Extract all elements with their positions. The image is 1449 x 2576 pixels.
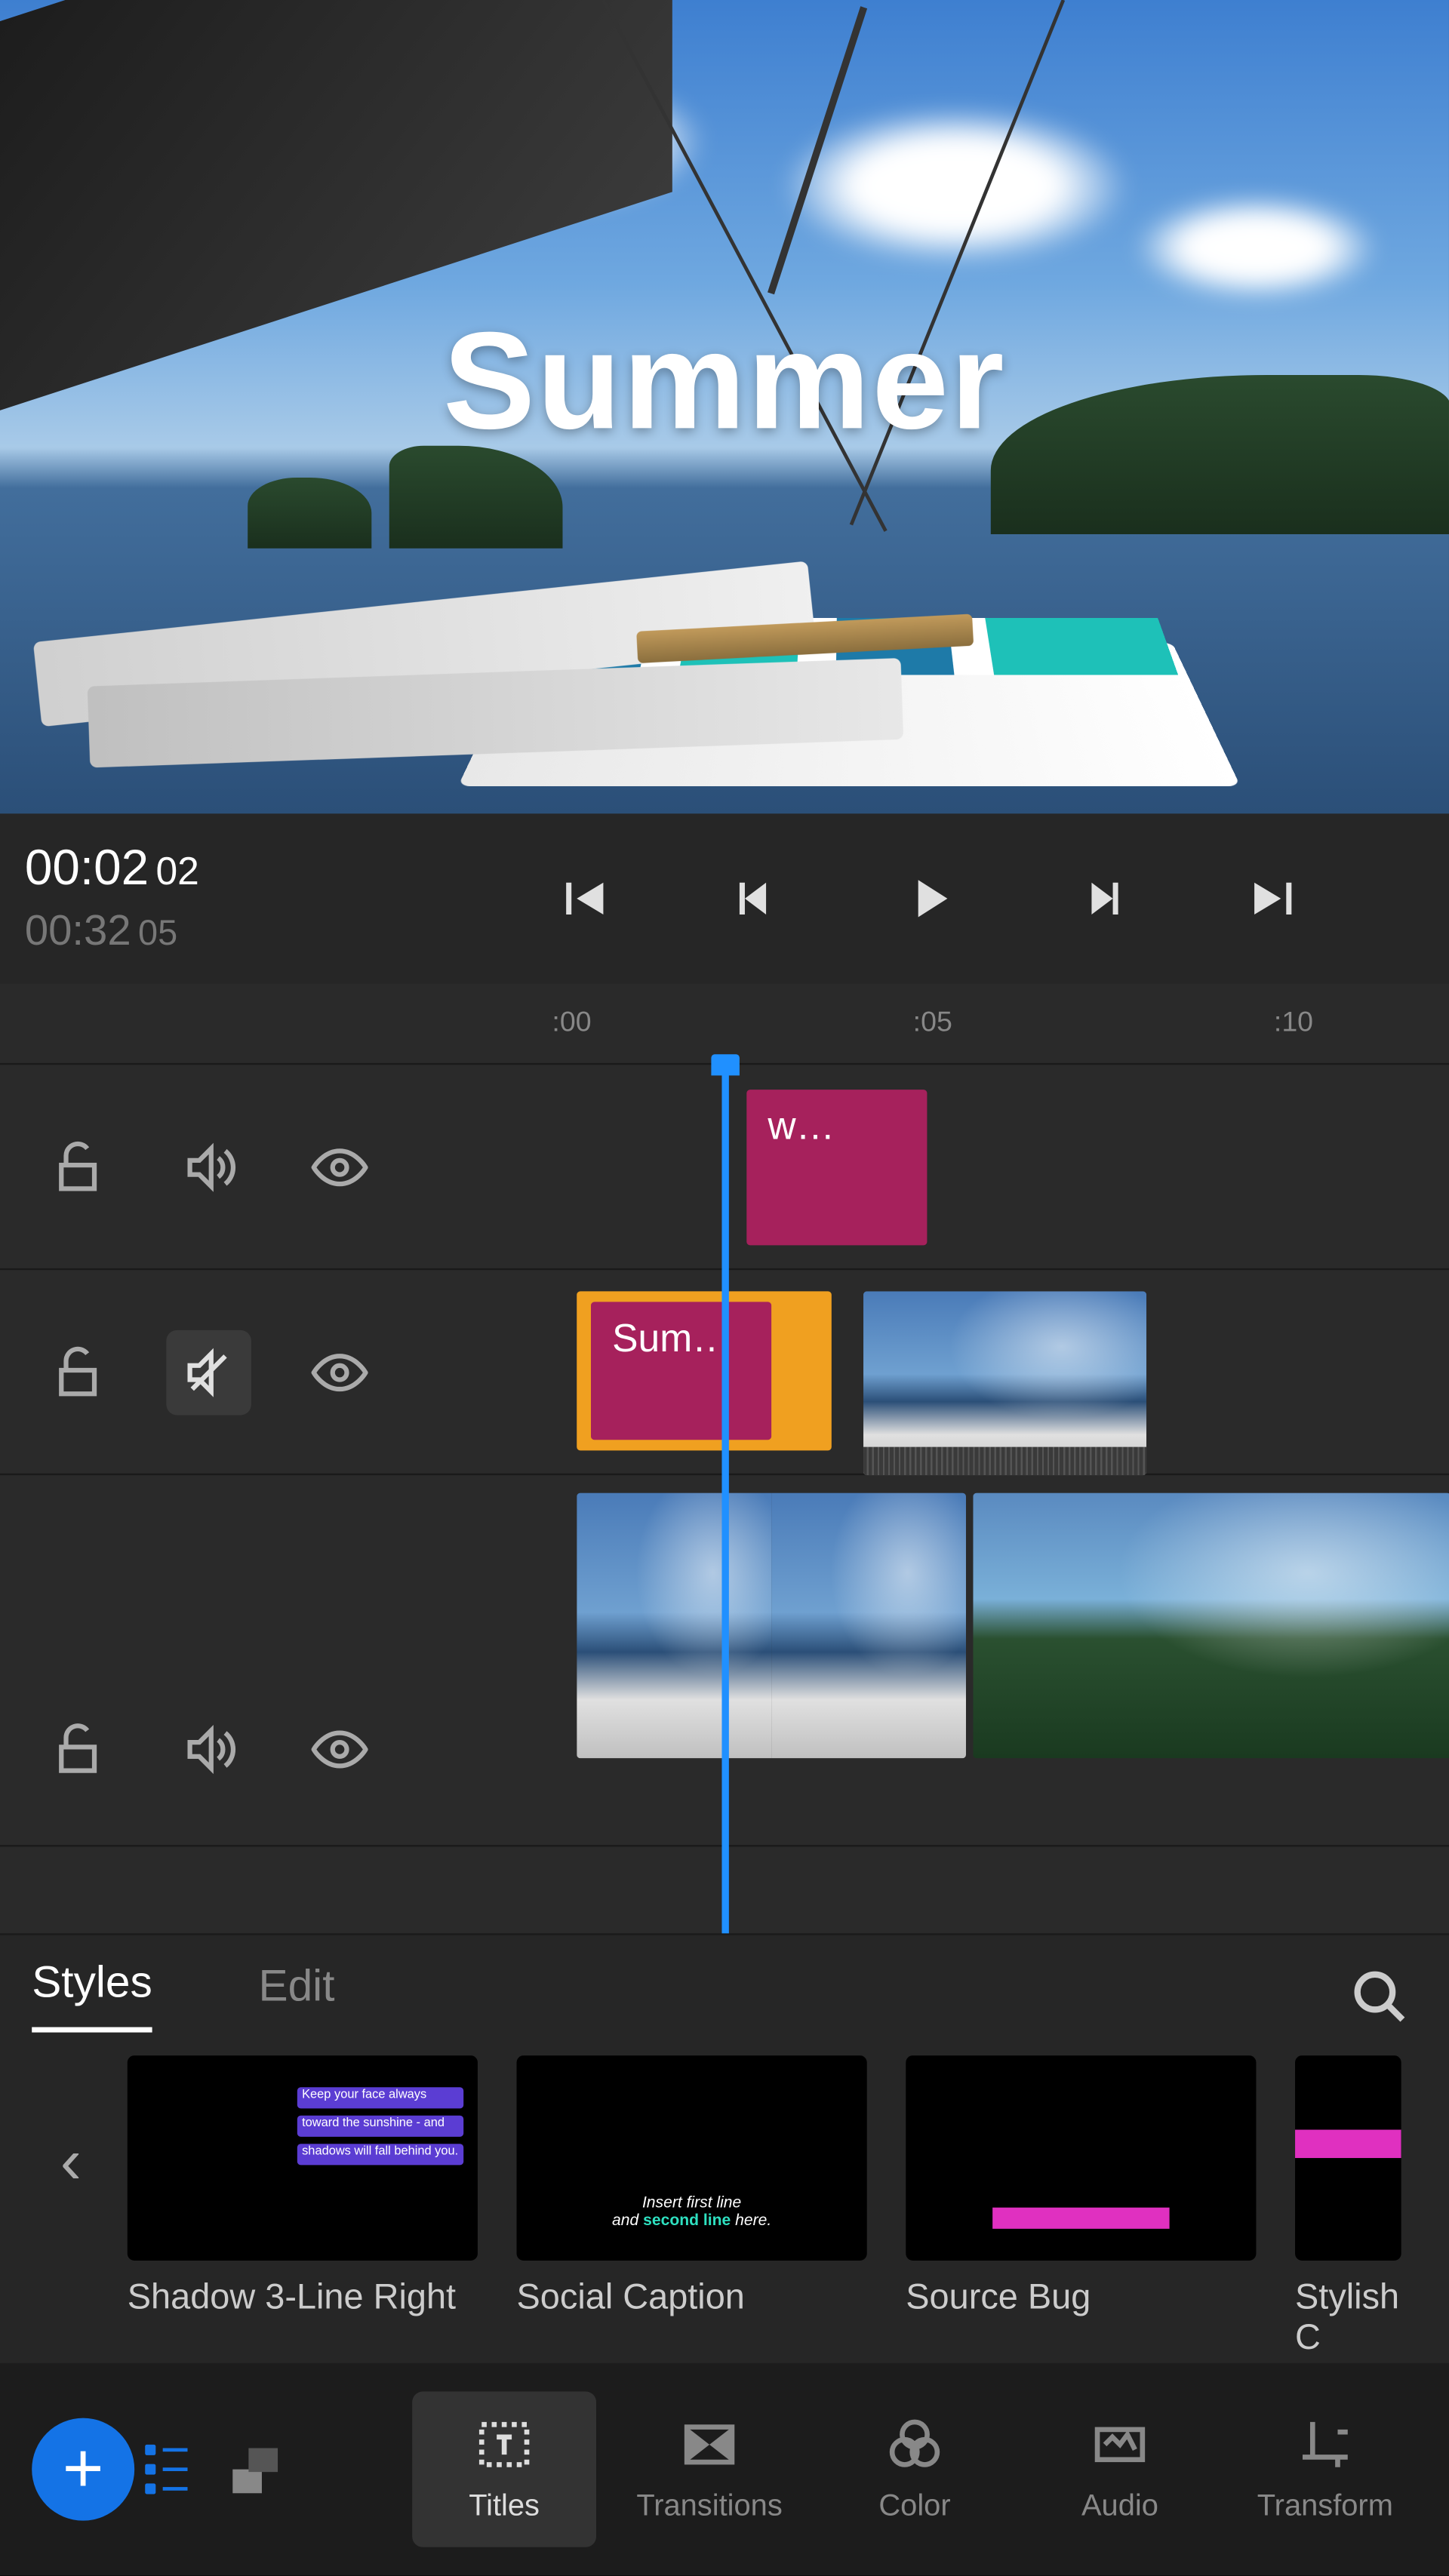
skip-back-button[interactable]	[543, 859, 620, 937]
add-button[interactable]: +	[32, 2418, 134, 2521]
visibility-toggle[interactable]	[297, 1124, 383, 1210]
current-time: 00:0202	[25, 841, 407, 897]
transport-bar: 00:0202 00:3205	[0, 813, 1449, 983]
preview-title-overlay: Summer	[0, 301, 1449, 462]
timeline-tracks[interactable]: w… Sum…	[0, 1065, 1449, 1933]
search-icon[interactable]	[1350, 1967, 1411, 2036]
preset-card[interactable]: Source Bug	[906, 2055, 1256, 2359]
visibility-toggle[interactable]	[297, 1329, 383, 1415]
video-clip[interactable]	[577, 1493, 966, 1759]
play-button[interactable]	[889, 859, 967, 937]
duration-time: 00:3205	[25, 908, 407, 958]
lock-toggle[interactable]	[35, 1707, 121, 1792]
arrange-button[interactable]	[216, 2429, 297, 2510]
ruler-tick: :00	[552, 1008, 591, 1040]
add-menu-indicator	[145, 2445, 155, 2495]
tool-titles[interactable]: Titles	[412, 2391, 596, 2547]
mute-toggle[interactable]	[166, 1707, 251, 1792]
step-back-button[interactable]	[715, 859, 793, 937]
tool-transitions[interactable]: Transitions	[617, 2391, 801, 2547]
lock-toggle[interactable]	[35, 1124, 121, 1210]
skip-forward-button[interactable]	[1235, 859, 1313, 937]
tab-styles[interactable]: Styles	[32, 1958, 152, 2032]
step-forward-button[interactable]	[1063, 859, 1140, 937]
visibility-toggle[interactable]	[297, 1707, 383, 1792]
lock-toggle[interactable]	[35, 1329, 121, 1415]
tool-audio[interactable]: Audio	[1028, 2391, 1212, 2547]
presets-prev-button[interactable]: ‹	[29, 2055, 114, 2267]
title-clip[interactable]: w…	[746, 1090, 927, 1245]
tab-edit[interactable]: Edit	[258, 1961, 334, 2030]
preset-card[interactable]: Insert first line and second line here. …	[517, 2055, 867, 2359]
mute-toggle[interactable]	[166, 1124, 251, 1210]
tool-transform[interactable]: Transform	[1233, 2391, 1417, 2547]
video-clip[interactable]: Sum…	[577, 1291, 832, 1450]
timeline-ruler[interactable]: :00 :05 :10	[0, 983, 1449, 1065]
tool-color[interactable]: Color	[823, 2391, 1007, 2547]
video-clip[interactable]	[973, 1493, 1449, 1759]
video-preview[interactable]: Summer	[0, 0, 1449, 813]
mute-toggle[interactable]	[166, 1329, 251, 1415]
preset-card[interactable]: Stylish C	[1295, 2055, 1420, 2359]
video-clip[interactable]	[863, 1291, 1146, 1475]
preset-card[interactable]: Keep your face always toward the sunshin…	[128, 2055, 478, 2359]
ruler-tick: :05	[913, 1008, 952, 1040]
ruler-tick: :10	[1274, 1008, 1313, 1040]
playhead[interactable]	[721, 1065, 728, 1933]
